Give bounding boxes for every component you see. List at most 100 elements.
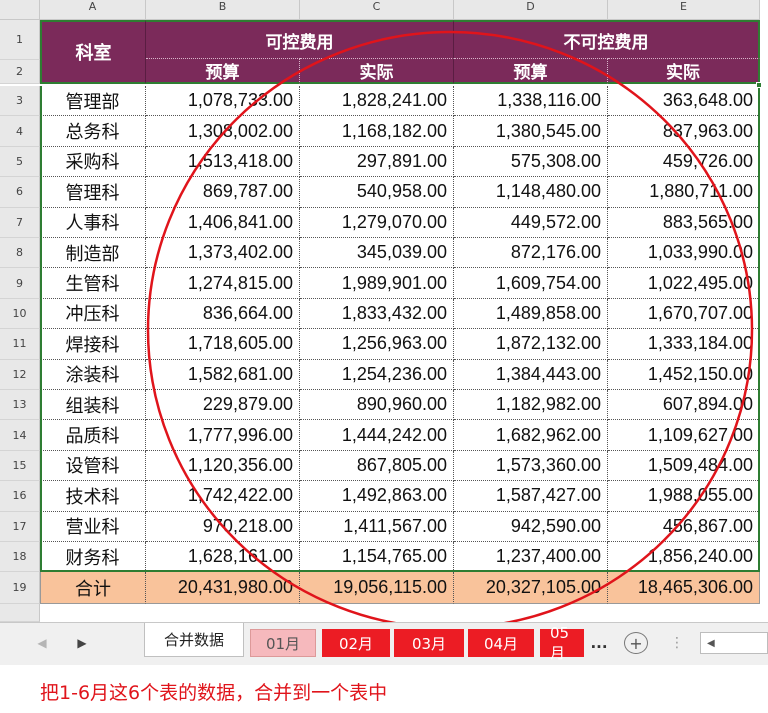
value-cell[interactable]: 229,879.00 [146, 390, 300, 421]
value-cell[interactable]: 1,682,962.00 [454, 420, 608, 451]
row-header-4[interactable]: 4 [0, 116, 40, 147]
select-all-corner[interactable] [0, 0, 40, 20]
total-label-cell[interactable]: 合计 [40, 572, 146, 604]
value-cell[interactable]: 1,489,858.00 [454, 298, 608, 330]
scrollbar-left-arrow-icon[interactable]: ◀ [707, 638, 715, 649]
column-header-e[interactable]: E [608, 0, 760, 20]
value-cell[interactable]: 1,279,070.00 [300, 207, 454, 238]
column-header-b[interactable]: B [146, 0, 300, 20]
row-header-19[interactable]: 19 [0, 572, 40, 604]
value-cell[interactable]: 1,988,055.00 [608, 481, 760, 512]
column-header-d[interactable]: D [454, 0, 608, 20]
value-cell[interactable]: 1,406,841.00 [146, 207, 300, 238]
row-header-7[interactable]: 7 [0, 207, 40, 238]
value-cell[interactable]: 1,509,484.00 [608, 450, 760, 482]
value-cell[interactable]: 1,120,356.00 [146, 450, 300, 482]
value-cell[interactable]: 1,628,161.00 [146, 542, 300, 573]
row-header-15[interactable]: 15 [0, 450, 40, 482]
header-uncontrollable-cell[interactable]: 不可控费用 [454, 20, 760, 58]
row-header-9[interactable]: 9 [0, 268, 40, 299]
row-header-16[interactable]: 16 [0, 481, 40, 512]
scroll-left-icon[interactable]: ◀ [30, 629, 54, 657]
value-cell[interactable]: 869,787.00 [146, 177, 300, 208]
add-sheet-icon[interactable]: + [624, 632, 648, 654]
value-cell[interactable]: 1,384,443.00 [454, 359, 608, 390]
sheet-tab-04[interactable]: 04月 [468, 629, 534, 657]
value-cell[interactable]: 607,894.00 [608, 390, 760, 421]
header-actual-cell[interactable]: 实际 [300, 58, 454, 84]
dept-cell[interactable]: 涂装科 [40, 359, 146, 390]
value-cell[interactable]: 837,963.00 [608, 116, 760, 147]
value-cell[interactable]: 1,182,982.00 [454, 390, 608, 421]
value-cell[interactable]: 1,256,963.00 [300, 329, 454, 360]
header-budget-cell[interactable]: 预算 [146, 58, 300, 84]
row-header-12[interactable]: 12 [0, 359, 40, 390]
value-cell[interactable]: 1,833,432.00 [300, 298, 454, 330]
value-cell[interactable]: 890,960.00 [300, 390, 454, 421]
value-cell[interactable]: 1,777,996.00 [146, 420, 300, 451]
dept-cell[interactable]: 品质科 [40, 420, 146, 451]
dept-cell[interactable]: 管理部 [40, 86, 146, 117]
value-cell[interactable]: 1,338,116.00 [454, 86, 608, 117]
value-cell[interactable]: 1,411,567.00 [300, 511, 454, 542]
value-cell[interactable]: 575,308.00 [454, 146, 608, 178]
value-cell[interactable]: 297,891.00 [300, 146, 454, 178]
value-cell[interactable]: 872,176.00 [454, 238, 608, 269]
value-cell[interactable]: 1,168,182.00 [300, 116, 454, 147]
sheet-tab-05[interactable]: 05月 [540, 624, 584, 662]
horizontal-scrollbar[interactable]: ◀ [700, 632, 768, 654]
spreadsheet-grid[interactable]: A B C D E 1 2 科室 可控费用 不可控费用 预算 实际 预算 实际 … [0, 0, 768, 622]
sheet-tab-02[interactable]: 02月 [322, 629, 390, 657]
row-header-8[interactable]: 8 [0, 238, 40, 269]
value-cell[interactable]: 867,805.00 [300, 450, 454, 482]
header-dept-cell[interactable]: 科室 [40, 20, 146, 84]
dept-cell[interactable]: 管理科 [40, 177, 146, 208]
row-header-10[interactable]: 10 [0, 298, 40, 330]
value-cell[interactable]: 1,989,901.00 [300, 268, 454, 299]
sheet-tab-01[interactable]: 01月 [250, 629, 316, 657]
row-header-11[interactable]: 11 [0, 329, 40, 360]
value-cell[interactable]: 1,742,422.00 [146, 481, 300, 512]
dept-cell[interactable]: 营业科 [40, 511, 146, 542]
dept-cell[interactable]: 技术科 [40, 481, 146, 512]
value-cell[interactable]: 942,590.00 [454, 511, 608, 542]
value-cell[interactable]: 1,670,707.00 [608, 298, 760, 330]
value-cell[interactable]: 1,380,545.00 [454, 116, 608, 147]
value-cell[interactable]: 540,958.00 [300, 177, 454, 208]
value-cell[interactable]: 1,609,754.00 [454, 268, 608, 299]
value-cell[interactable]: 1,587,427.00 [454, 481, 608, 512]
column-header-c[interactable]: C [300, 0, 454, 20]
dept-cell[interactable]: 冲压科 [40, 298, 146, 330]
splitter-handle-icon[interactable]: ⋮ [670, 629, 684, 657]
header-budget-cell[interactable]: 预算 [454, 58, 608, 84]
value-cell[interactable]: 1,237,400.00 [454, 542, 608, 573]
dept-cell[interactable]: 焊接科 [40, 329, 146, 360]
value-cell[interactable]: 459,726.00 [608, 146, 760, 178]
value-cell[interactable]: 1,148,480.00 [454, 177, 608, 208]
value-cell[interactable]: 345,039.00 [300, 238, 454, 269]
value-cell[interactable]: 1,078,733.00 [146, 86, 300, 117]
row-header-14[interactable]: 14 [0, 420, 40, 451]
total-value-cell[interactable]: 19,056,115.00 [300, 572, 454, 604]
dept-cell[interactable]: 制造部 [40, 238, 146, 269]
value-cell[interactable]: 1,828,241.00 [300, 86, 454, 117]
value-cell[interactable]: 836,664.00 [146, 298, 300, 330]
value-cell[interactable]: 363,648.00 [608, 86, 760, 117]
row-header-17[interactable]: 17 [0, 511, 40, 542]
value-cell[interactable]: 970,218.00 [146, 511, 300, 542]
total-value-cell[interactable]: 20,431,980.00 [146, 572, 300, 604]
sheet-tab-03[interactable]: 03月 [394, 629, 464, 657]
value-cell[interactable]: 1,573,360.00 [454, 450, 608, 482]
row-header-18[interactable]: 18 [0, 542, 40, 573]
header-controllable-cell[interactable]: 可控费用 [146, 20, 454, 58]
dept-cell[interactable]: 组装科 [40, 390, 146, 421]
dept-cell[interactable]: 采购科 [40, 146, 146, 178]
fill-handle[interactable] [756, 82, 762, 88]
value-cell[interactable]: 883,565.00 [608, 207, 760, 238]
header-actual-cell[interactable]: 实际 [608, 58, 760, 84]
tab-overflow-ellipsis[interactable]: ... [588, 629, 610, 657]
value-cell[interactable]: 1,254,236.00 [300, 359, 454, 390]
value-cell[interactable]: 1,022,495.00 [608, 268, 760, 299]
value-cell[interactable]: 456,867.00 [608, 511, 760, 542]
dept-cell[interactable]: 生管科 [40, 268, 146, 299]
